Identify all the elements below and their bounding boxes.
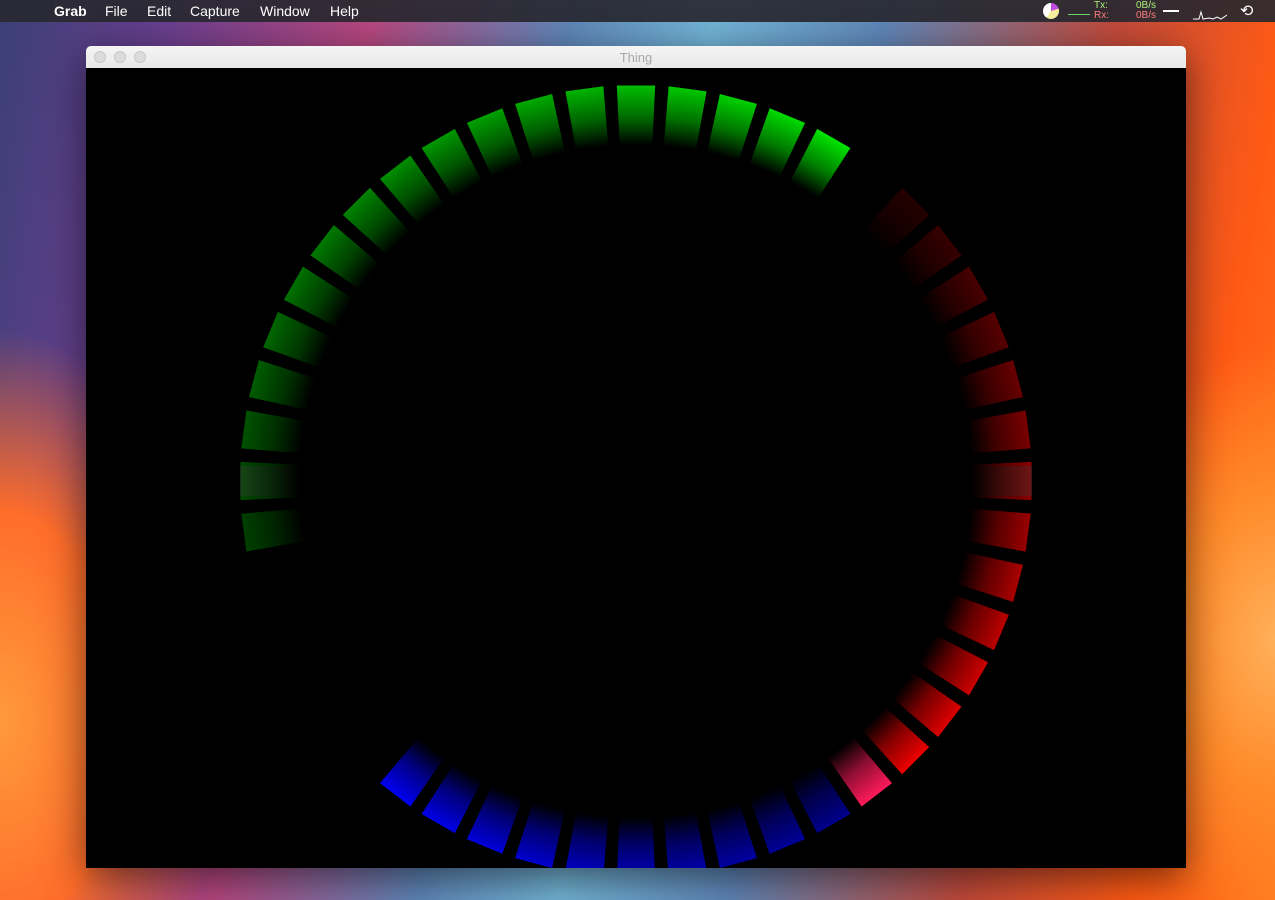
ring-segment-green — [466, 108, 523, 178]
ring-segment-green — [249, 360, 316, 410]
cpu-graph-icon[interactable] — [1193, 6, 1227, 20]
ring-marker-gray — [240, 466, 295, 496]
ring-segment-green — [263, 311, 333, 368]
ring-segment-green — [241, 508, 306, 552]
cpu-dash-icon[interactable] — [1163, 10, 1179, 12]
ring-segment-green — [515, 94, 565, 161]
menu-edit[interactable]: Edit — [147, 3, 171, 21]
ring-visualization — [240, 85, 1032, 868]
ring-segment-blue — [565, 811, 609, 868]
ring-segment-red — [966, 410, 1031, 454]
ring-segment-green — [789, 128, 851, 199]
time-machine-icon[interactable]: ⟲ — [1240, 1, 1253, 21]
ring-segment-blue — [466, 784, 523, 854]
ring-segment-blue — [617, 816, 655, 868]
menu-capture[interactable]: Capture — [190, 3, 240, 21]
ring-segment-green — [707, 94, 757, 161]
app-window: Thing — [86, 46, 1186, 868]
ring-segment-blue — [663, 811, 707, 868]
menu-app-grab[interactable]: Grab — [54, 3, 87, 21]
menu-help[interactable]: Help — [330, 3, 359, 21]
ring-segment-green — [241, 410, 306, 454]
menu-bar: Grab File Edit Capture Window Help Tx: R… — [0, 0, 1275, 22]
rx-value: 0B/s — [1135, 10, 1156, 21]
ring-segment-red — [956, 360, 1023, 410]
menu-window[interactable]: Window — [260, 3, 310, 21]
ring-segment-red — [939, 311, 1009, 368]
ring-segment-red — [966, 508, 1031, 552]
title-bar[interactable]: Thing — [86, 46, 1186, 69]
ring-segment-green — [616, 85, 656, 146]
ring-segment-blue — [515, 801, 565, 868]
network-graph-icon[interactable] — [1068, 4, 1090, 15]
render-canvas — [86, 68, 1186, 868]
ring-segment-red — [956, 552, 1023, 602]
disk-usage-pie-icon[interactable] — [1043, 3, 1059, 19]
rx-label: Rx: — [1094, 10, 1109, 21]
ring-segment-blue — [749, 784, 806, 854]
ring-marker-gray — [977, 466, 1032, 496]
ring-segment-green — [565, 86, 609, 151]
ring-segment-red — [939, 594, 1009, 651]
ring-segment-green — [749, 108, 806, 178]
ring-segment-blue — [707, 801, 757, 868]
ring-segment-green — [663, 86, 707, 151]
window-title: Thing — [619, 50, 653, 65]
menu-file[interactable]: File — [105, 3, 128, 21]
